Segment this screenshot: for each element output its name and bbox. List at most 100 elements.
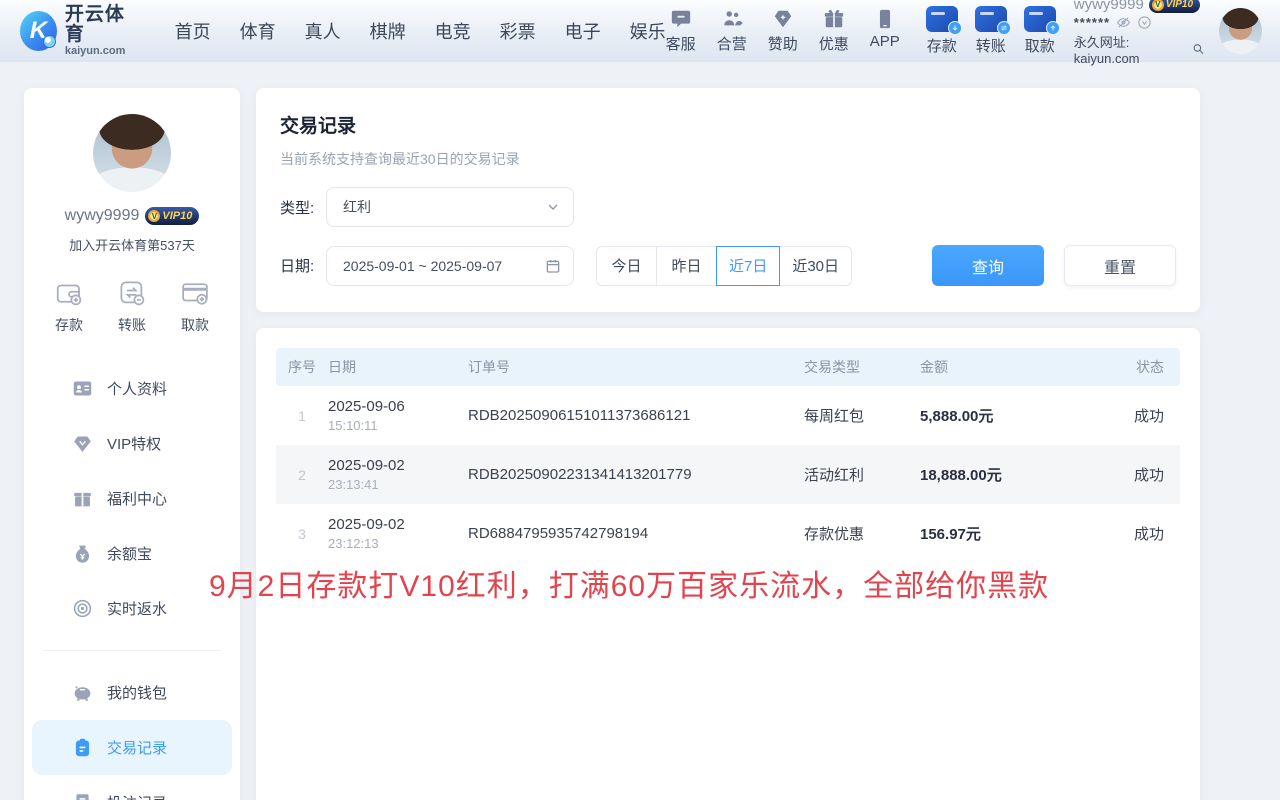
sidebar-item-rebate[interactable]: 实时返水 (32, 581, 232, 636)
red-annotation-text: 9月2日存款打V10红利，打满60万百家乐流水，全部给你黑款 (209, 561, 1049, 605)
sidebar-item-welfare[interactable]: 福利中心 (32, 471, 232, 526)
sidebar-deposit-button[interactable]: 存款 (54, 278, 84, 335)
col-header-type: 交易类型 (804, 357, 920, 377)
cell-type: 每周红包 (804, 405, 920, 426)
nav-item-lottery[interactable]: 彩票 (500, 18, 536, 44)
service-button[interactable]: 客服 (666, 8, 696, 54)
sidebar-item-yuebao[interactable]: 余额宝 (32, 526, 232, 581)
table-row: 1 2025-09-06 15:10:11 RDB202509061510113… (276, 386, 1180, 445)
page-subtitle: 当前系统支持查询最近30日的交易记录 (280, 149, 1176, 169)
nav-item-entertainment[interactable]: 娱乐 (630, 18, 666, 44)
cell-order: RDB20250906151011373686121 (468, 407, 804, 424)
reset-button[interactable]: 重置 (1064, 245, 1176, 286)
cell-amount: 18,888.00元 (920, 464, 1090, 485)
sidebar-menu: 个人资料 VIP特权 福利中心 余额宝 实时返水 我的钱包 (24, 361, 240, 800)
filter-card: 交易记录 当前系统支持查询最近30日的交易记录 类型: 红利 日期: 2025-… (256, 88, 1200, 312)
nav-item-sports[interactable]: 体育 (240, 18, 276, 44)
sidebar-item-wallet[interactable]: 我的钱包 (32, 665, 232, 720)
brand-domain: kaiyun.com (65, 45, 139, 57)
profile-vip-badge: V VIP10 (145, 207, 199, 225)
vip-badge: V VIP10 (1149, 0, 1200, 13)
date-range-input[interactable]: 2025-09-01 ~ 2025-09-07 (326, 246, 574, 286)
profile-username: wywy9999 (65, 207, 140, 225)
sidebar-item-profile[interactable]: 个人资料 (32, 361, 232, 416)
promo-button[interactable]: 优惠 (819, 8, 849, 54)
col-header-index: 序号 (276, 357, 328, 377)
transfer-button[interactable]: 转账 (975, 6, 1007, 56)
cell-status: 成功 (1090, 464, 1180, 485)
circle-v-icon[interactable] (1137, 15, 1152, 30)
nav-item-slots[interactable]: 电子 (565, 18, 601, 44)
quick-date-7days[interactable]: 近7日 (716, 246, 780, 286)
sidebar-item-vip[interactable]: VIP特权 (32, 416, 232, 471)
quick-date-group: 今日 昨日 近7日 近30日 (596, 246, 852, 286)
logo-k-icon: K (20, 11, 57, 51)
sidebar-quick-links: 存款 转账 取款 (24, 278, 240, 335)
chevron-down-icon (545, 199, 561, 215)
quick-date-30days[interactable]: 近30日 (779, 246, 852, 286)
cell-date: 2025-09-02 23:12:13 (328, 516, 468, 551)
rebate-rings-icon (72, 598, 93, 619)
header-avatar[interactable] (1219, 8, 1262, 54)
eye-off-icon[interactable] (1116, 15, 1131, 30)
quick-date-today[interactable]: 今日 (596, 246, 657, 286)
menu-divider (42, 650, 222, 651)
date-label: 日期: (280, 255, 326, 276)
piggy-bank-icon (72, 682, 93, 703)
main-nav: 首页 体育 真人 棋牌 电竞 彩票 电子 娱乐 (175, 18, 666, 44)
table-row: 3 2025-09-02 23:12:13 RD6884795935742798… (276, 504, 1180, 563)
cell-amount: 156.97元 (920, 523, 1090, 544)
query-button[interactable]: 查询 (932, 245, 1044, 286)
cell-status: 成功 (1090, 523, 1180, 544)
deposit-icon (926, 6, 958, 32)
cell-index: 3 (276, 526, 328, 542)
type-select[interactable]: 红利 (326, 187, 574, 227)
app-download-button[interactable]: APP (870, 8, 900, 54)
transfer-icon (975, 6, 1007, 32)
sidebar-item-transactions[interactable]: 交易记录 (32, 720, 232, 775)
type-filter-row: 类型: 红利 (280, 187, 1176, 227)
header-quick-actions: 客服 合营 赞助 优惠 APP (666, 8, 900, 54)
sidebar-withdraw-button[interactable]: 取款 (180, 278, 210, 335)
search-icon[interactable] (1192, 42, 1205, 56)
partners-button[interactable]: 合营 (717, 8, 747, 54)
type-label: 类型: (280, 197, 326, 218)
chat-bubble-icon (670, 8, 692, 30)
cell-date: 2025-09-02 23:13:41 (328, 457, 468, 492)
deposit-button[interactable]: 存款 (926, 6, 958, 56)
sponsor-button[interactable]: 赞助 (768, 8, 798, 54)
nav-item-esports[interactable]: 电竞 (435, 18, 471, 44)
cell-date: 2025-09-06 15:10:11 (328, 398, 468, 433)
cell-order: RD6884795935742798194 (468, 525, 804, 542)
phone-icon (874, 8, 896, 30)
nav-item-home[interactable]: 首页 (175, 18, 211, 44)
quick-date-yesterday[interactable]: 昨日 (656, 246, 717, 286)
sidebar-transfer-button[interactable]: 转账 (117, 278, 147, 335)
gift-icon (823, 8, 845, 30)
bet-records-icon (72, 792, 93, 800)
gem-icon (772, 8, 794, 30)
date-range-value: 2025-09-01 ~ 2025-09-07 (343, 258, 502, 274)
table-header-row: 序号 日期 订单号 交易类型 金额 状态 (276, 348, 1180, 386)
date-filter-row: 日期: 2025-09-01 ~ 2025-09-07 今日 昨日 近7日 近3… (280, 245, 1176, 286)
wallet-outline-icon (54, 278, 84, 308)
header-username: wywy9999 (1074, 0, 1144, 13)
join-days-text: 加入开云体育第537天 (24, 235, 240, 254)
withdraw-button[interactable]: 取款 (1024, 6, 1056, 56)
profile-avatar[interactable] (93, 114, 171, 192)
cell-type: 活动红利 (804, 464, 920, 485)
brand-logo[interactable]: K 开云体育 kaiyun.com (20, 5, 139, 57)
sidebar-item-bets[interactable]: 投注记录 (32, 775, 232, 800)
gift-icon (72, 488, 93, 509)
transaction-records-icon (72, 737, 93, 758)
nav-item-chess[interactable]: 棋牌 (370, 18, 406, 44)
vip-shield-icon: V (148, 210, 160, 222)
col-header-amount: 金额 (920, 357, 1090, 377)
header-user-block: wywy9999 V VIP10 ****** 永久网址: kaiyun.com (1074, 0, 1206, 66)
nav-item-live[interactable]: 真人 (305, 18, 341, 44)
type-select-value: 红利 (343, 197, 371, 217)
transfer-outline-icon (117, 278, 147, 308)
partners-icon (721, 8, 743, 30)
page-body: wywy9999 V VIP10 加入开云体育第537天 存款 转账 取款 (0, 62, 1280, 800)
permanent-url: 永久网址: kaiyun.com (1074, 32, 1190, 66)
